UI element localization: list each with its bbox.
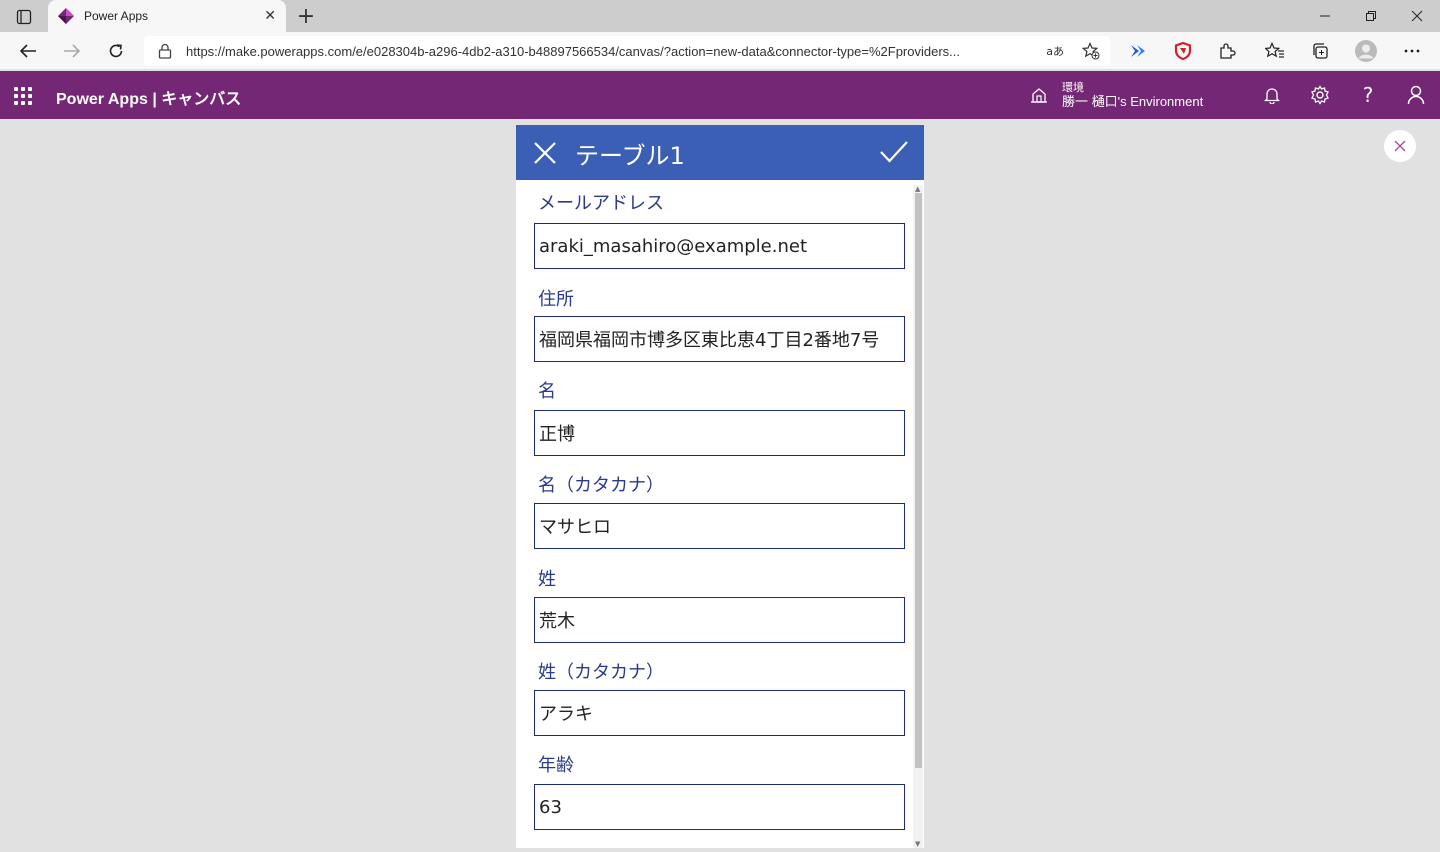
browser-tab-power-apps[interactable]: Power Apps ✕: [48, 0, 286, 32]
lock-icon: [158, 43, 172, 59]
url-text: https://make.powerapps.com/e/e028304b-a2…: [186, 43, 961, 59]
first-name-field[interactable]: 正博: [534, 410, 905, 456]
first-name-kana-field[interactable]: マサヒロ: [534, 503, 905, 549]
copilot-extension-icon[interactable]: [1126, 40, 1150, 62]
profile-avatar-icon[interactable]: [1354, 40, 1378, 62]
tab-close-icon[interactable]: ✕: [264, 8, 276, 24]
form-header: テーブル1: [516, 125, 924, 180]
shield-extension-icon[interactable]: [1171, 40, 1195, 62]
tab-title: Power Apps: [84, 9, 149, 23]
browser-tab-strip: Power Apps ✕ +: [0, 0, 1440, 32]
favorites-icon[interactable]: [1263, 40, 1287, 62]
form-title: テーブル1: [575, 142, 685, 170]
app-title[interactable]: Power Apps | キャンバス: [56, 85, 241, 109]
restore-icon[interactable]: [1348, 4, 1394, 28]
back-icon[interactable]: [14, 39, 42, 63]
extensions-icon[interactable]: [1215, 40, 1239, 62]
field-label-age: 年齢: [538, 755, 574, 776]
browser-toolbar: https://make.powerapps.com/e/e028304b-a2…: [0, 32, 1440, 70]
app-launcher-icon[interactable]: [14, 87, 32, 105]
refresh-icon[interactable]: [102, 39, 130, 63]
field-label-first-name: 名: [538, 381, 556, 402]
field-label-address: 住所: [538, 289, 574, 310]
email-field[interactable]: araki_masahiro@example.net: [534, 223, 905, 269]
app-header: Power Apps | キャンバス 環境 勝一 樋口's Environmen…: [0, 71, 1440, 119]
scroll-down-icon[interactable]: ▼: [915, 840, 920, 848]
form-scrollbar[interactable]: ▲ ▼: [913, 185, 923, 848]
app-preview-screen: テーブル1 メールアドレス araki_masahiro@example.net…: [516, 125, 924, 848]
more-options-icon[interactable]: [1400, 40, 1424, 62]
environment-icon: [1031, 88, 1047, 103]
power-apps-logo-icon: [58, 8, 74, 24]
last-name-field[interactable]: 荒木: [534, 597, 905, 643]
window-close-icon[interactable]: [1394, 4, 1440, 28]
environment-picker[interactable]: 環境 勝一 樋口's Environment: [1030, 77, 1203, 113]
field-label-email: メールアドレス: [538, 193, 664, 214]
address-bar[interactable]: https://make.powerapps.com/e/e028304b-a2…: [144, 36, 1110, 66]
field-label-last-name-kana: 姓（カタカナ）: [538, 662, 664, 683]
close-icon: [1394, 140, 1406, 152]
submit-check-icon[interactable]: [879, 138, 909, 166]
field-label-first-name-kana: 名（カタカナ）: [538, 475, 664, 496]
age-field[interactable]: 63: [534, 784, 905, 830]
add-favorite-icon[interactable]: [1081, 42, 1100, 64]
read-aloud-icon[interactable]: aあ: [1046, 43, 1064, 59]
collections-icon[interactable]: [1308, 40, 1332, 62]
last-name-kana-field[interactable]: アラキ: [534, 690, 905, 736]
minimize-icon[interactable]: [1302, 4, 1348, 28]
environment-label: 環境: [1062, 81, 1084, 94]
scroll-up-icon[interactable]: ▲: [915, 185, 920, 193]
forward-icon[interactable]: [58, 39, 86, 63]
field-label-last-name: 姓: [538, 569, 556, 590]
environment-name: 勝一 樋口's Environment: [1062, 94, 1204, 109]
notifications-icon[interactable]: [1260, 83, 1284, 107]
new-tab-icon[interactable]: +: [294, 4, 318, 29]
account-icon[interactable]: [1404, 83, 1428, 107]
tab-actions-icon[interactable]: [10, 6, 38, 28]
scrollbar-thumb[interactable]: [915, 193, 922, 768]
close-preview-button[interactable]: [1384, 130, 1416, 162]
cancel-icon[interactable]: [532, 140, 558, 166]
help-icon[interactable]: ?: [1356, 83, 1380, 107]
address-field[interactable]: 福岡県福岡市博多区東比恵4丁目2番地7号: [534, 316, 905, 362]
settings-gear-icon[interactable]: [1308, 83, 1332, 107]
